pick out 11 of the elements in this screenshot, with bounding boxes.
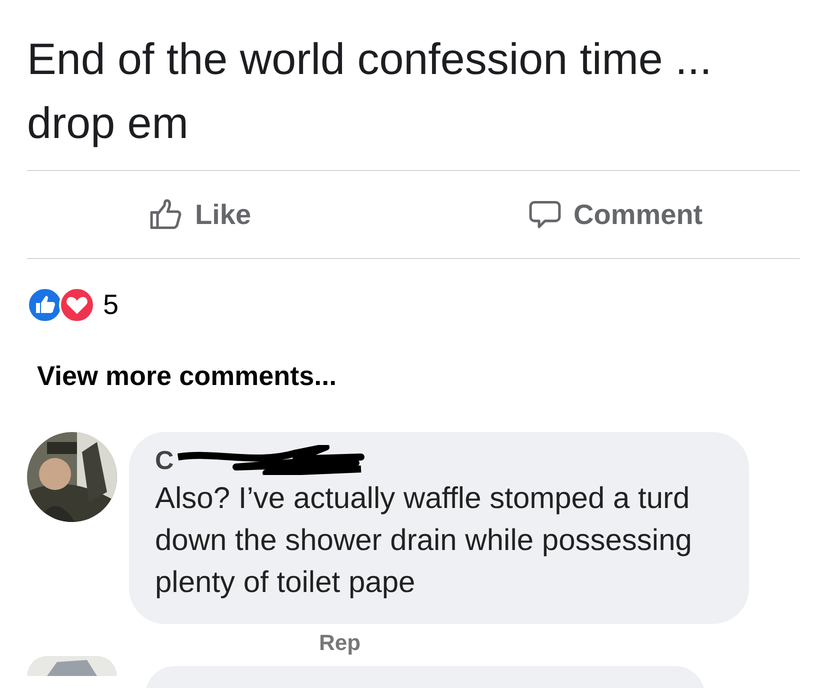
reaction-count: 5 bbox=[103, 289, 119, 321]
author-name[interactable]: C bbox=[155, 444, 174, 476]
view-more-link[interactable]: View more comments... bbox=[37, 361, 337, 392]
post-text: End of the world confession time ... drop em bbox=[27, 34, 713, 150]
comment-text: Also? I’ve actually waffle stomped a turd down the shower drain while possessing plenty of toilet pape bbox=[155, 481, 693, 601]
like-button[interactable]: Like bbox=[27, 198, 422, 232]
reply-link[interactable]: Rep bbox=[319, 630, 749, 656]
like-reaction-icon bbox=[27, 287, 63, 323]
thumbs-up-icon bbox=[149, 198, 183, 232]
comment-button[interactable]: Comment bbox=[422, 198, 800, 232]
heart-reaction-icon bbox=[59, 287, 95, 323]
